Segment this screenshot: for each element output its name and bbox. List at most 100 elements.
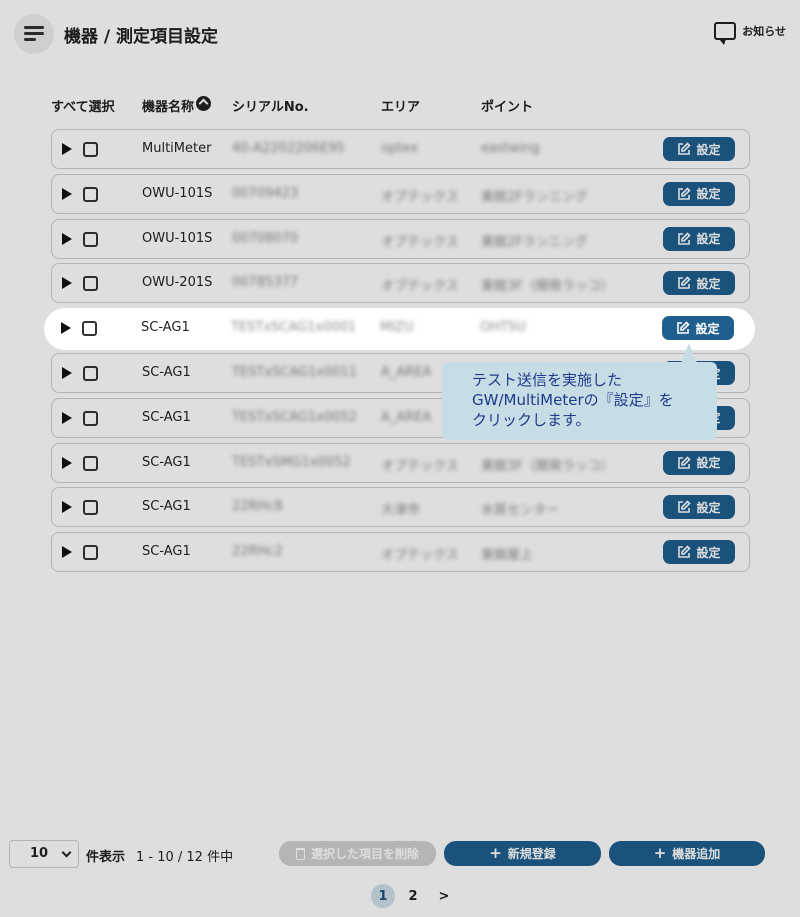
per-page-value: 10 — [30, 846, 49, 861]
edit-icon — [677, 142, 692, 156]
table-row[interactable]: MultiMeter 40‑A2202206E95 optex eastwing 設定 — [51, 129, 750, 169]
menu-icon — [24, 32, 44, 35]
row-checkbox[interactable] — [83, 276, 98, 292]
select-all-label[interactable]: すべて選択 — [51, 96, 115, 115]
row-checkbox[interactable] — [83, 231, 98, 247]
area: オプテックス — [381, 548, 459, 564]
table-row[interactable]: SC-AG1 22RHc8 大津市 水質センター 設定 — [51, 487, 750, 528]
delete-selected-button[interactable]: 選択した項目を削除 — [279, 841, 436, 866]
plus-icon: + — [653, 844, 667, 862]
settings-button[interactable]: 設定 — [663, 271, 735, 296]
table-row[interactable]: SC-AG1 TESTxSCAG1x0001 MIZU OHTSU 設定 — [51, 309, 750, 349]
settings-label: 設定 — [696, 500, 721, 515]
add-device-button[interactable]: + 機器追加 — [609, 841, 765, 866]
settings-button[interactable]: 設定 — [663, 226, 735, 251]
device-name: OWU-201S — [142, 275, 213, 291]
settings-button[interactable]: 設定 — [663, 181, 735, 206]
page-title: 機器 / 測定項目設定 — [64, 27, 219, 47]
table-row[interactable]: OWU-201S 00785377 オプテックス 東館3F（開発ラッコ） 設定 — [51, 263, 750, 304]
row-checkbox[interactable] — [83, 545, 98, 561]
expand-icon[interactable] — [62, 367, 72, 379]
settings-button[interactable]: 設定 — [663, 495, 735, 520]
tooltip-arrow — [681, 343, 697, 363]
column-device-name[interactable]: 機器名称 — [142, 96, 212, 115]
plus-icon: + — [489, 844, 502, 862]
settings-button[interactable]: 設定 — [663, 137, 735, 161]
table-header: すべて選択 機器名称 シリアルNo. エリア ポイント — [51, 96, 751, 116]
column-area: エリア — [381, 100, 421, 115]
settings-label: 設定 — [696, 142, 721, 157]
notice-button[interactable]: お知らせ — [714, 22, 786, 45]
area: オプテックス — [381, 279, 459, 295]
row-checkbox[interactable] — [82, 321, 97, 336]
delete-selected-label: 選択した項目を削除 — [310, 847, 419, 861]
point: 東館3F（開発ラッコ） — [481, 279, 614, 295]
expand-icon[interactable] — [62, 143, 72, 155]
point: 東館屋上 — [481, 548, 534, 564]
row-checkbox[interactable] — [83, 142, 98, 157]
device-name: SC-AG1 — [142, 409, 191, 425]
per-page-select[interactable]: 10 — [9, 840, 79, 868]
row-checkbox[interactable] — [83, 410, 98, 426]
expand-icon[interactable] — [62, 501, 72, 514]
settings-label: 設定 — [696, 545, 721, 560]
per-page-label: 件表示 — [86, 850, 126, 865]
point: 水質センター — [481, 503, 560, 519]
highlight-spot: SC-AG1 TESTxSCAG1x0001 MIZU OHTSU 設定 — [45, 309, 754, 349]
expand-icon[interactable] — [62, 187, 72, 200]
page-1-button[interactable]: 1 — [371, 884, 395, 908]
tooltip-line: テスト送信を実施した — [472, 371, 623, 389]
serial-number: 00709423 — [232, 185, 299, 201]
menu-button[interactable] — [14, 14, 54, 54]
row-checkbox[interactable] — [83, 186, 98, 202]
settings-label: 設定 — [696, 232, 721, 247]
tooltip-line: クリックします。 — [472, 411, 591, 429]
footer: 10 件表示 1 - 10 / 12 件中 選択した項目を削除 + 新規登録 +… — [0, 834, 800, 917]
edit-icon — [677, 455, 692, 470]
table-row[interactable]: SC-AG1 TESTxSMG1x0052 オプテックス 東館3F（開発ラッコ） 設定 — [51, 442, 750, 483]
point: eastwing — [481, 141, 540, 156]
area: オプテックス — [381, 458, 459, 474]
point: OHTSU — [480, 320, 526, 335]
page: 機器 / 測定項目設定 お知らせ すべて選択 機器名称 シリアルNo. エリア … — [0, 0, 800, 917]
point: 東館2Fランニング — [481, 234, 588, 250]
column-serial: シリアルNo. — [232, 100, 309, 115]
menu-icon — [24, 26, 44, 29]
next-page-button[interactable]: > — [432, 884, 456, 908]
edit-icon — [676, 321, 691, 335]
add-device-label: 機器追加 — [672, 847, 721, 861]
area: オプテックス — [381, 234, 459, 250]
device-name: SC-AG1 — [141, 320, 190, 335]
new-register-button[interactable]: + 新規登録 — [444, 841, 601, 866]
area: オプテックス — [381, 189, 459, 205]
expand-icon[interactable] — [62, 411, 72, 424]
serial-number: 22RHc2 — [232, 544, 283, 560]
expand-icon[interactable] — [62, 546, 72, 559]
settings-button[interactable]: 設定 — [663, 540, 735, 565]
settings-button[interactable]: 設定 — [663, 450, 735, 475]
expand-icon[interactable] — [61, 322, 71, 334]
pagination: 1 2 > — [0, 884, 800, 908]
settings-label: 設定 — [696, 456, 721, 471]
message-icon — [714, 22, 737, 45]
expand-icon[interactable] — [62, 456, 72, 469]
device-name: SC-AG1 — [142, 365, 191, 380]
edit-icon — [677, 545, 692, 559]
edit-icon — [677, 187, 692, 201]
sort-up-icon[interactable] — [196, 96, 212, 111]
column-point: ポイント — [481, 100, 534, 115]
serial-number: 00708070 — [232, 230, 299, 246]
expand-icon[interactable] — [62, 277, 72, 290]
page-2-button[interactable]: 2 — [401, 884, 425, 908]
new-register-label: 新規登録 — [507, 847, 556, 861]
area: A_AREA — [381, 409, 432, 425]
expand-icon[interactable] — [62, 232, 72, 245]
device-name: OWU-101S — [142, 185, 213, 201]
row-checkbox[interactable] — [83, 455, 98, 471]
row-checkbox[interactable] — [83, 366, 98, 381]
row-checkbox[interactable] — [83, 500, 98, 516]
settings-button[interactable]: 設定 — [662, 316, 734, 340]
table-row[interactable]: SC-AG1 22RHc2 オプテックス 東館屋上 設定 — [51, 532, 750, 573]
table-row[interactable]: OWU-101S 00709423 オプテックス 東館2Fランニング 設定 — [51, 173, 750, 214]
table-row[interactable]: OWU-101S 00708070 オプテックス 東館2Fランニング 設定 — [51, 218, 750, 259]
